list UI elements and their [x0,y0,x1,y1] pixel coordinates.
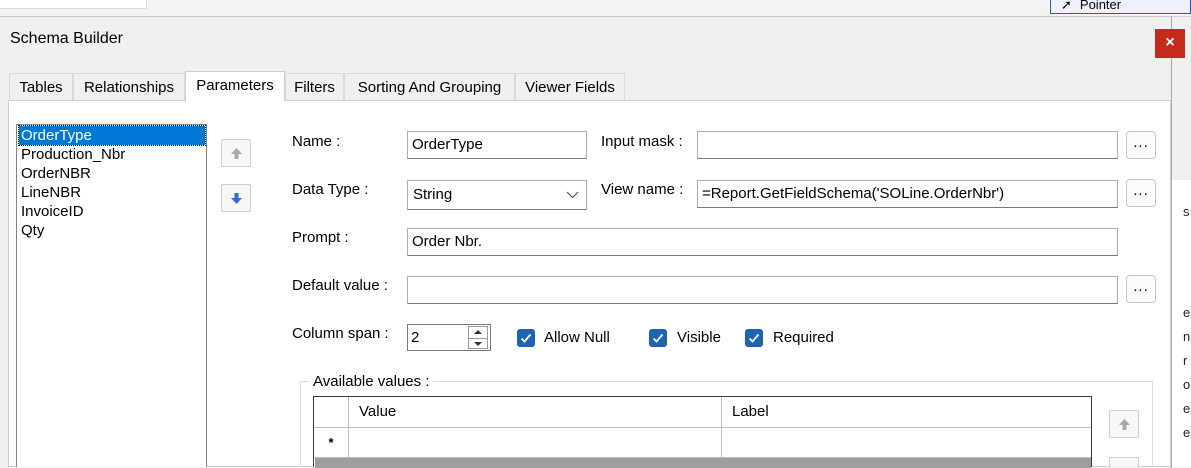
tab-sorting-and-grouping[interactable]: Sorting And Grouping [344,73,515,100]
parameter-item[interactable]: LineNBR [19,183,205,202]
background-char: n [1183,329,1191,344]
input-mask-field[interactable] [697,131,1118,159]
required-label: Required [773,329,834,346]
data-type-value: String [413,186,453,203]
default-value-browse-button[interactable]: ... [1126,275,1156,303]
view-name-label: View name : [601,181,684,198]
view-name-field[interactable]: =Report.GetFieldSchema('SOLine.OrderNbr'… [697,180,1118,208]
move-up-button[interactable] [221,139,251,167]
allow-null-checkbox[interactable] [517,329,535,347]
default-value-label: Default value : [292,277,388,294]
column-span-stepper[interactable]: 2 [407,324,491,351]
background-char: s [1183,204,1190,219]
column-header-value[interactable]: Value [349,397,722,428]
chevron-down-icon [566,191,579,199]
available-values-grid[interactable]: Value Label * [313,396,1092,468]
background-char: e [1183,425,1191,440]
input-mask-label: Input mask : [601,133,683,150]
pointer-label: Pointer [1079,0,1122,12]
row-header-corner [314,397,349,428]
pointer-icon: ➚ [1061,0,1072,12]
data-type-label: Data Type : [292,181,369,198]
required-checkbox[interactable] [745,329,763,347]
parameter-list[interactable]: OrderType Production_Nbr OrderNBR LineNB… [16,124,207,467]
close-button[interactable]: × [1155,29,1185,58]
background-char: r [1183,353,1188,368]
default-value-field[interactable] [407,276,1118,304]
column-span-spinner[interactable] [468,326,488,349]
dialog-title: Schema Builder [10,30,123,47]
arrow-up-icon [231,148,242,159]
input-mask-browse-button[interactable]: ... [1126,131,1156,159]
tab-relationships[interactable]: Relationships [73,73,185,100]
new-row-value-cell[interactable] [349,428,722,458]
caret-down-icon [474,342,482,346]
parameter-item[interactable]: Qty [19,221,205,240]
pointer-tool-button[interactable]: ➚ Pointer [1050,0,1191,14]
view-name-browse-button[interactable]: ... [1126,179,1156,207]
spin-up-button[interactable] [469,327,487,339]
data-type-select[interactable]: String [407,180,587,210]
background-char: o [1183,377,1191,392]
checkmark-icon [520,333,532,343]
available-values-title: Available values : [309,373,434,390]
parameter-item[interactable]: InvoiceID [19,202,205,221]
background-char: e [1183,305,1191,320]
checkmark-icon [748,333,760,343]
values-move-up-button[interactable] [1109,410,1139,438]
spin-down-button[interactable] [469,339,487,350]
background-right-panel [1171,180,1191,467]
parameter-item[interactable]: OrderNBR [19,164,205,183]
name-label: Name : [292,133,341,150]
close-icon: × [1165,34,1175,51]
parameter-item[interactable]: Production_Nbr [19,145,205,164]
background-char: e [1183,401,1191,416]
background-field [0,0,147,9]
parameter-item[interactable]: OrderType [18,125,206,146]
caret-up-icon [474,330,482,334]
arrow-down-icon [231,193,242,204]
visible-checkbox[interactable] [649,329,667,347]
new-row-label-cell[interactable] [722,428,1091,458]
arrow-up-icon [1119,419,1130,430]
tab-viewer-fields[interactable]: Viewer Fields [515,73,625,100]
new-row-marker: * [314,428,349,458]
column-header-label[interactable]: Label [722,397,1091,428]
tab-parameters[interactable]: Parameters [185,71,285,101]
values-move-down-button[interactable] [1109,457,1139,467]
prompt-label: Prompt : [292,229,349,246]
column-span-value: 2 [411,329,420,346]
tab-filters[interactable]: Filters [285,73,344,100]
name-field[interactable]: OrderType [407,131,587,159]
visible-label: Visible [677,329,721,346]
checkmark-icon [652,333,664,343]
background-app-strip [0,0,1191,17]
allow-null-label: Allow Null [544,329,610,346]
column-span-label: Column span : [292,325,389,342]
prompt-field[interactable]: Order Nbr. [407,228,1118,256]
tab-tables[interactable]: Tables [9,73,73,100]
move-down-button[interactable] [221,184,251,212]
